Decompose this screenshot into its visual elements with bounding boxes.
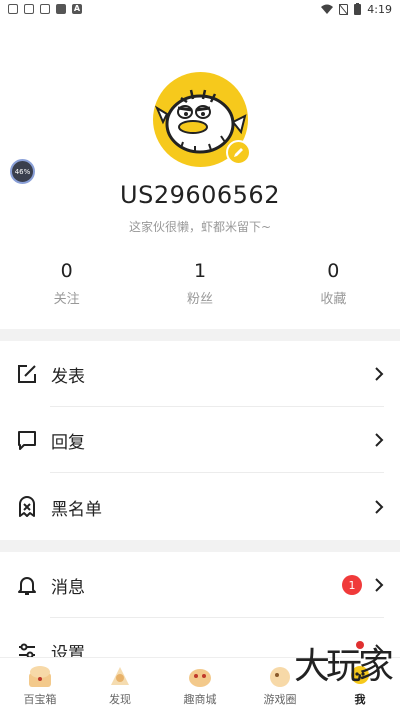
- discover-icon: [111, 667, 129, 685]
- no-sim-icon: [339, 3, 349, 15]
- menu-item-blacklist[interactable]: 黑名单: [0, 474, 400, 540]
- stat-label: 收藏: [320, 292, 347, 307]
- notification-icon: [24, 4, 34, 14]
- reply-bubble-icon: [16, 429, 38, 451]
- treasure-box-icon: [29, 666, 51, 687]
- stat-fans[interactable]: 1 粉丝: [133, 260, 266, 307]
- stat-value: 0: [327, 260, 340, 282]
- chevron-right-icon: [375, 433, 384, 447]
- stat-following[interactable]: 0 关注: [0, 260, 133, 307]
- tab-label: 发现: [109, 693, 131, 706]
- watermark-text: 大玩家: [293, 646, 394, 687]
- stat-favorites[interactable]: 0 收藏: [267, 260, 400, 307]
- battery-icon: [354, 3, 362, 15]
- status-bar: A 4:19: [0, 0, 400, 18]
- tab-label: 趣商城: [183, 693, 217, 706]
- tab-treasure-box[interactable]: 百宝箱: [0, 658, 80, 711]
- section-divider: [0, 329, 400, 341]
- separator: [50, 472, 384, 473]
- menu-item-messages[interactable]: 消息 1: [0, 552, 400, 618]
- menu-label: 回复: [51, 432, 85, 453]
- chevron-right-icon: [375, 578, 384, 592]
- menu-label: 黑名单: [51, 499, 102, 520]
- edit-profile-button[interactable]: [226, 140, 251, 165]
- chevron-right-icon: [375, 367, 384, 381]
- stat-label: 粉丝: [186, 292, 213, 307]
- pencil-icon: [234, 148, 243, 157]
- chevron-right-icon: [375, 500, 384, 514]
- watermark-dot: [356, 641, 364, 649]
- section-divider: [0, 540, 400, 552]
- shop-icon: [189, 669, 211, 687]
- game-circle-icon: [270, 667, 290, 687]
- notification-icons: A: [8, 4, 82, 14]
- block-shield-icon: [16, 496, 38, 518]
- edit-square-icon: [16, 363, 38, 385]
- tab-label: 百宝箱: [23, 693, 57, 706]
- stat-label: 关注: [53, 292, 80, 307]
- bell-icon: [16, 574, 38, 596]
- unread-badge: 1: [342, 575, 362, 595]
- tab-shop[interactable]: 趣商城: [160, 658, 240, 711]
- tab-label: 我: [354, 693, 366, 706]
- stats-row: 0 关注 1 粉丝 0 收藏: [0, 260, 400, 307]
- notification-icon: [56, 4, 66, 14]
- clock: 4:19: [367, 2, 392, 16]
- wifi-icon: [321, 4, 334, 14]
- stat-value: 0: [60, 260, 73, 282]
- tab-discover[interactable]: 发现: [80, 658, 160, 711]
- menu-item-post[interactable]: 发表: [0, 341, 400, 407]
- notification-icon: [40, 4, 50, 14]
- notification-icon: [8, 4, 18, 14]
- tab-label: 游戏圈: [263, 693, 297, 706]
- username: US29606562: [120, 181, 280, 209]
- menu-label: 发表: [51, 366, 85, 387]
- notification-icon: A: [72, 4, 82, 14]
- menu-item-reply[interactable]: 回复: [0, 407, 400, 473]
- stat-value: 1: [193, 260, 207, 282]
- watermark-logo: 大玩家: [293, 637, 394, 689]
- user-bio: 这家伙很懒，虾都米留下~: [128, 220, 272, 234]
